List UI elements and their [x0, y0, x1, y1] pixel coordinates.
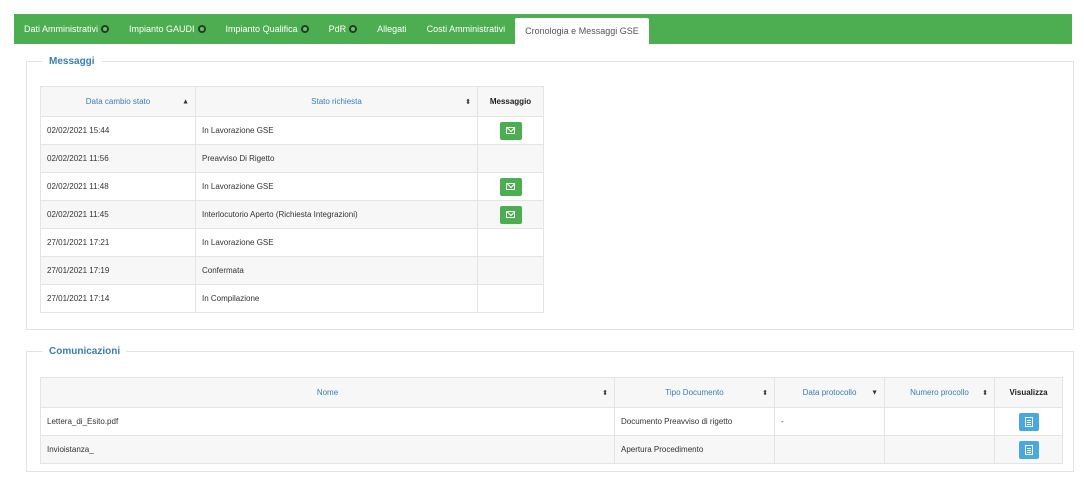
view-cell — [994, 407, 1063, 436]
protocol-number-cell — [884, 407, 995, 436]
table-row: 02/02/2021 15:44 In Lavorazione GSE — [40, 116, 544, 145]
message-cell — [477, 256, 544, 285]
sort-icon: ⬍ — [982, 389, 988, 397]
date-cell: 27/01/2021 17:19 — [40, 256, 196, 285]
message-cell — [477, 116, 544, 145]
message-cell — [477, 284, 544, 313]
message-cell — [477, 228, 544, 257]
tab-label: Cronologia e Messaggi GSE — [525, 26, 639, 36]
header-name[interactable]: Nome ⬍ — [40, 377, 615, 408]
document-view-icon[interactable] — [1018, 440, 1039, 459]
table-row: 02/02/2021 11:45 Interlocutorio Aperto (R… — [40, 200, 544, 229]
header-doc-type[interactable]: Tipo Documento ⬍ — [614, 377, 775, 408]
tab-pdr[interactable]: PdR — [319, 14, 368, 44]
tab-label: PdR — [328, 24, 347, 34]
tab-impianto-gaudi[interactable]: Impianto GAUDI — [119, 14, 216, 44]
status-cell: Confermata — [195, 256, 478, 285]
header-date[interactable]: Data cambio stato ▲ — [40, 86, 196, 117]
tab-label: Impianto GAUDI — [129, 24, 195, 34]
header-status[interactable]: Stato richiesta ⬍ — [195, 86, 478, 117]
tab-dati-amministrativi[interactable]: Dati Amministrativi — [14, 14, 119, 44]
table-row: Invioistanza_ Apertura Procedimento — [40, 435, 1063, 464]
status-cell: In Compilazione — [195, 284, 478, 313]
message-cell — [477, 144, 544, 173]
tab-costi-amministrativi[interactable]: Costi Amministrativi — [417, 14, 516, 44]
view-cell — [994, 435, 1063, 464]
table-row: 02/02/2021 11:56 Preavviso Di Rigetto — [40, 144, 544, 173]
comunicazioni-table: Nome ⬍ Tipo Documento ⬍ Data protocollo … — [40, 377, 1063, 464]
status-cell: Interlocutorio Aperto (Richiesta Integra… — [195, 200, 478, 229]
protocol-date-cell: - — [774, 407, 885, 436]
table-row: 27/01/2021 17:19 Confermata — [40, 256, 544, 285]
status-cell: In Lavorazione GSE — [195, 172, 478, 201]
table-row: 27/01/2021 17:14 In Compilazione — [40, 284, 544, 313]
header-view: Visualizza — [994, 377, 1063, 408]
table-row: Lettera_di_Esito.pdf Documento Preavviso … — [40, 407, 1063, 436]
sort-icon: ⬍ — [602, 389, 608, 397]
name-cell: Invioistanza_ — [40, 435, 615, 464]
tab-impianto-qualifica[interactable]: Impianto Qualifica — [216, 14, 319, 44]
tab-cronologia-e-messaggi-gse[interactable]: Cronologia e Messaggi GSE — [515, 18, 649, 44]
protocol-date-cell — [774, 435, 885, 464]
comunicazioni-legend: Comunicazioni — [49, 346, 121, 357]
tab-label: Dati Amministrativi — [24, 24, 99, 34]
document-view-icon[interactable] — [1018, 412, 1039, 431]
check-circle-icon — [101, 25, 110, 33]
tab-label: Costi Amministrativi — [426, 24, 506, 34]
header-message: Messaggio — [477, 86, 544, 117]
date-cell: 02/02/2021 11:48 — [40, 172, 196, 201]
tab-label: Allegati — [377, 24, 407, 34]
table-row: 27/01/2021 17:21 In Lavorazione GSE — [40, 228, 544, 257]
sort-desc-icon: ▼ — [871, 389, 878, 396]
date-cell: 27/01/2021 17:14 — [40, 284, 196, 313]
header-protocol-number[interactable]: Numero procollo ⬍ — [884, 377, 995, 408]
message-cell — [477, 172, 544, 201]
name-cell: Lettera_di_Esito.pdf — [40, 407, 615, 436]
envelope-icon[interactable] — [499, 121, 522, 140]
message-cell — [477, 200, 544, 229]
sort-asc-icon: ▲ — [182, 98, 189, 105]
status-cell: In Lavorazione GSE — [195, 228, 478, 257]
date-cell: 27/01/2021 17:21 — [40, 228, 196, 257]
messaggi-legend: Messaggi — [49, 56, 95, 67]
protocol-number-cell — [884, 435, 995, 464]
date-cell: 02/02/2021 11:56 — [40, 144, 196, 173]
check-circle-icon — [349, 25, 358, 33]
messaggi-table: Data cambio stato ▲ Stato richiesta ⬍ Me… — [40, 86, 544, 313]
sort-icon: ⬍ — [465, 98, 471, 106]
table-row: 02/02/2021 11:48 In Lavorazione GSE — [40, 172, 544, 201]
check-circle-icon — [300, 25, 309, 33]
tab-bar: Dati Amministrativi Impianto GAUDI Impiant… — [14, 14, 1072, 44]
envelope-icon[interactable] — [499, 205, 522, 224]
date-cell: 02/02/2021 11:45 — [40, 200, 196, 229]
envelope-icon[interactable] — [499, 177, 522, 196]
status-cell: Preavviso Di Rigetto — [195, 144, 478, 173]
date-cell: 02/02/2021 15:44 — [40, 116, 196, 145]
check-circle-icon — [197, 25, 206, 33]
doc-type-cell: Apertura Procedimento — [614, 435, 775, 464]
sort-icon: ⬍ — [762, 389, 768, 397]
tab-label: Impianto Qualifica — [225, 24, 298, 34]
tab-allegati[interactable]: Allegati — [367, 14, 417, 44]
status-cell: In Lavorazione GSE — [195, 116, 478, 145]
doc-type-cell: Documento Preavviso di rigetto — [614, 407, 775, 436]
header-protocol-date[interactable]: Data protocollo ▼ — [774, 377, 885, 408]
